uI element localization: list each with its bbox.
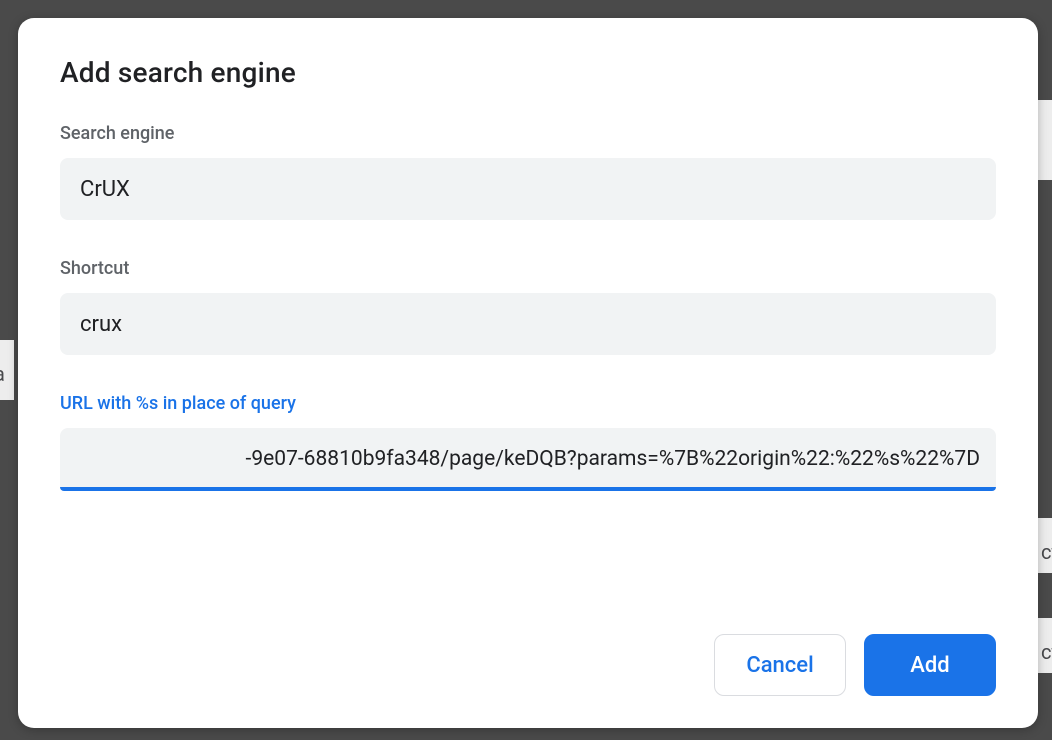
cancel-button[interactable]: Cancel — [714, 634, 846, 696]
url-input[interactable] — [60, 428, 996, 490]
field-shortcut: Shortcut — [60, 258, 996, 355]
add-search-engine-dialog: Add search engine Search engine Shortcut… — [18, 18, 1038, 728]
background-text-fragment: ct — [1041, 640, 1052, 664]
dialog-title: Add search engine — [60, 56, 996, 89]
search-engine-input[interactable] — [60, 158, 996, 220]
background-text-fragment: a — [0, 362, 5, 386]
url-label: URL with %s in place of query — [60, 393, 996, 414]
search-engine-label: Search engine — [60, 123, 996, 144]
add-button[interactable]: Add — [864, 634, 996, 696]
focus-underline — [60, 487, 996, 491]
shortcut-label: Shortcut — [60, 258, 996, 279]
dialog-actions: Cancel Add — [60, 634, 996, 696]
field-search-engine: Search engine — [60, 123, 996, 220]
background-strip — [1038, 100, 1052, 180]
field-url: URL with %s in place of query — [60, 393, 996, 490]
background-text-fragment: ct — [1041, 540, 1052, 564]
shortcut-input[interactable] — [60, 293, 996, 355]
spacer — [60, 490, 996, 634]
url-input-wrap — [60, 428, 996, 490]
